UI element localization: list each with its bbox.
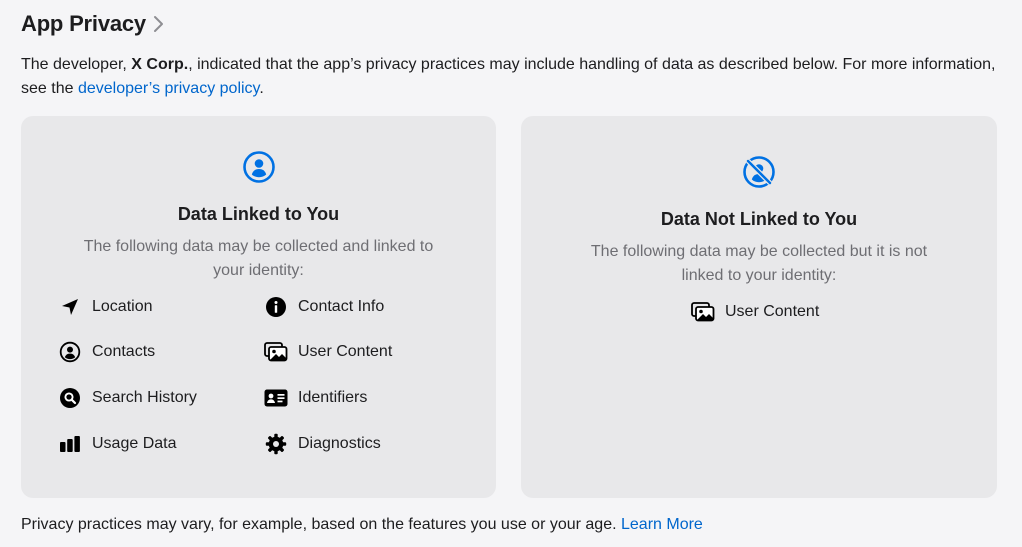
item-label: Usage Data xyxy=(92,435,177,452)
description-line: linked to your identity: xyxy=(681,267,837,284)
list-item-identifiers: Identifiers xyxy=(264,386,367,410)
chevron-right-icon[interactable] xyxy=(152,15,164,33)
description-line: The following data may be collected and … xyxy=(83,238,434,255)
gear-icon xyxy=(264,432,288,456)
intro-prefix: The developer, xyxy=(21,56,132,73)
list-item-usage-data: Usage Data xyxy=(58,432,177,456)
info-circle-icon xyxy=(264,295,288,319)
data-not-linked-title: Data Not Linked to You xyxy=(660,209,858,229)
page-title[interactable]: App Privacy xyxy=(21,11,146,37)
intro-suffix: . xyxy=(259,80,264,97)
list-item-contacts: Contacts xyxy=(58,340,155,364)
item-label: User Content xyxy=(298,343,393,360)
id-card-icon xyxy=(264,386,288,410)
photos-icon xyxy=(264,340,288,364)
description-line: The following data may be collected but … xyxy=(590,243,928,260)
photos-icon xyxy=(691,300,715,324)
data-linked-title: Data Linked to You xyxy=(177,204,340,224)
footer-note: Privacy practices may vary, for example,… xyxy=(21,514,703,536)
data-not-linked-description: The following data may be collected but … xyxy=(521,240,997,288)
data-linked-card: Data Linked to You The following data ma… xyxy=(21,116,496,498)
person-circle-icon xyxy=(58,340,82,364)
list-item-diagnostics: Diagnostics xyxy=(264,432,381,456)
item-label: Contacts xyxy=(92,343,156,360)
item-label: Diagnostics xyxy=(298,435,381,452)
app-privacy-header[interactable]: App Privacy xyxy=(21,11,164,37)
bar-chart-icon xyxy=(58,432,82,456)
privacy-policy-link[interactable]: developer’s privacy policy xyxy=(78,80,259,97)
footer-text: Privacy practices may vary, for example,… xyxy=(21,516,617,533)
list-item-contact-info: Contact Info xyxy=(264,295,384,319)
description-line: your identity: xyxy=(213,262,304,279)
person-circle-icon xyxy=(242,150,276,184)
list-item-search-history: Search History xyxy=(58,386,197,410)
location-arrow-icon xyxy=(58,295,82,319)
item-label: Location xyxy=(92,298,153,315)
data-linked-description: The following data may be collected and … xyxy=(21,235,496,283)
item-label: Search History xyxy=(92,389,197,406)
list-item-location: Location xyxy=(58,295,153,319)
item-label: Contact Info xyxy=(298,298,385,315)
list-item-user-content: User Content xyxy=(691,300,819,324)
item-label: Identifiers xyxy=(298,389,368,406)
intro-paragraph: The developer, X Corp., indicated that t… xyxy=(21,53,996,101)
developer-name: X Corp. xyxy=(131,56,189,73)
magnifier-circle-icon xyxy=(58,386,82,410)
list-item-user-content: User Content xyxy=(264,340,392,364)
person-slash-circle-icon xyxy=(742,155,776,189)
item-label: User Content xyxy=(725,303,820,320)
data-not-linked-card: Data Not Linked to You The following dat… xyxy=(521,116,997,498)
learn-more-link[interactable]: Learn More xyxy=(621,516,703,533)
